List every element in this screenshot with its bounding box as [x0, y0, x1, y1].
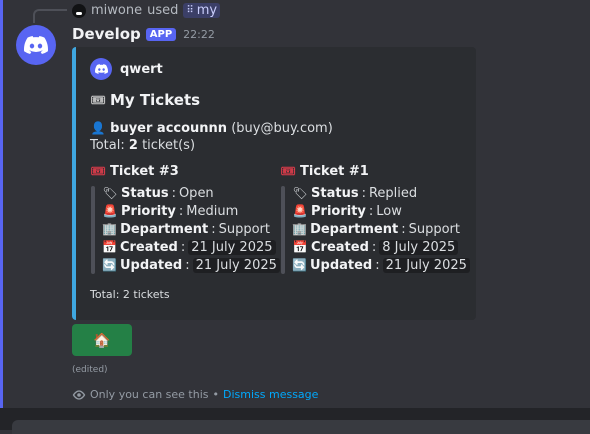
- ticket-icon: 🎟: [90, 93, 106, 107]
- total-prefix: Total:: [90, 138, 125, 153]
- created-value: 21 July 2025: [188, 239, 276, 255]
- total-line: Total: 2 ticket(s): [90, 138, 195, 153]
- ticket-details: 🏷 Status: Open 🚨 Priority: Medium 🏢 Depa…: [90, 184, 280, 274]
- priority-row: 🚨 Priority: Low: [292, 203, 402, 219]
- department-label: Department: [310, 221, 399, 237]
- created-value: 8 July 2025: [379, 239, 459, 255]
- status-value: Open: [178, 185, 214, 201]
- ticket-field-name: 🎟 Ticket #1: [280, 163, 460, 179]
- priority-value: Medium: [186, 203, 239, 219]
- tickets-embed: qwert 🎟 My Tickets 👤 buyer accounnn (buy…: [72, 47, 476, 320]
- priority-label: Priority: [311, 203, 366, 219]
- edited-indicator: (edited): [72, 365, 108, 375]
- ephemeral-text: Only you can see this: [90, 388, 209, 401]
- discord-logo-icon: [24, 36, 48, 54]
- created-row: 📅 Created: 21 July 2025: [102, 238, 276, 256]
- created-row: 📅 Created: 8 July 2025: [292, 238, 460, 256]
- created-label: Created: [119, 239, 178, 255]
- reply-connector: [33, 9, 67, 23]
- user-line: 👤 buyer accounnn (buy@buy.com): [90, 120, 333, 136]
- reply-used-text: used: [147, 3, 179, 18]
- message-input[interactable]: [12, 420, 590, 434]
- ticket-details: 🏷 Status: Replied 🚨 Priority: Low 🏢 Depa…: [280, 184, 470, 274]
- bot-avatar[interactable]: [16, 25, 56, 65]
- updated-row: 🔄 Updated: 21 July 2025: [292, 256, 470, 274]
- priority-row: 🚨 Priority: Medium: [102, 203, 239, 219]
- house-icon: 🏠: [93, 331, 111, 348]
- created-label: Created: [311, 239, 369, 255]
- user-email: (buy@buy.com): [231, 121, 333, 136]
- status-value: Replied: [368, 185, 418, 201]
- department-label: Department: [120, 221, 209, 237]
- command-reply-context[interactable]: miwone used ⠿ my: [72, 3, 221, 18]
- updated-label: Updated: [119, 257, 183, 273]
- updated-value: 21 July 2025: [382, 257, 470, 273]
- calendar-icon: 📅: [102, 240, 117, 254]
- office-building-icon: 🏢: [102, 222, 117, 236]
- priority-label: Priority: [121, 203, 176, 219]
- status-row: 🏷 Status: Open: [102, 185, 214, 201]
- user-name: buyer accounnn: [110, 121, 228, 136]
- embed-author-avatar: [90, 58, 112, 80]
- reply-username[interactable]: miwone: [91, 3, 142, 18]
- embed-author: qwert: [90, 58, 163, 80]
- label-tag-icon: 🏷: [102, 186, 118, 200]
- updated-label: Updated: [309, 257, 373, 273]
- calendar-icon: 📅: [292, 240, 308, 254]
- embed-title: 🎟 My Tickets: [90, 91, 200, 109]
- status-label: Status: [121, 185, 169, 201]
- ephemeral-separator: •: [212, 388, 220, 401]
- ticket-icon: 🎟: [280, 164, 296, 178]
- department-value: Support: [218, 221, 270, 237]
- total-count: 2: [128, 138, 138, 153]
- department-row: 🏢 Department: Support: [102, 221, 270, 237]
- eye-icon: [72, 389, 86, 400]
- embed-title-text: My Tickets: [110, 91, 201, 109]
- reply-user-avatar[interactable]: [72, 3, 86, 18]
- timestamp[interactable]: 22:22: [183, 28, 215, 41]
- priority-value: Low: [376, 203, 402, 219]
- ticket-name: Ticket #1: [300, 163, 369, 179]
- slash-command-name: my: [196, 3, 218, 18]
- department-value: Support: [408, 221, 460, 237]
- ticket-field: 🎟 Ticket #3 🏷 Status: Open 🚨 Priority: M…: [90, 163, 280, 274]
- refresh-icon: 🔄: [292, 258, 307, 272]
- siren-icon: 🚨: [292, 204, 308, 218]
- ticket-field-name: 🎟 Ticket #3: [90, 163, 270, 179]
- department-row: 🏢 Department: Support: [292, 221, 460, 237]
- updated-row: 🔄 Updated: 21 July 2025: [102, 256, 280, 274]
- total-suffix: ticket(s): [142, 138, 196, 153]
- highlight-bar: [0, 0, 3, 408]
- dismiss-message-link[interactable]: Dismiss message: [223, 388, 318, 401]
- user-silhouette-icon: 👤: [90, 121, 106, 135]
- office-building-icon: 🏢: [292, 222, 307, 236]
- ticket-icon: 🎟: [90, 164, 106, 178]
- ticket-name: Ticket #3: [110, 163, 179, 179]
- slash-command[interactable]: ⠿ my: [183, 3, 221, 18]
- label-tag-icon: 🏷: [292, 186, 308, 200]
- author-name[interactable]: Develop: [72, 25, 141, 43]
- app-badge: APP: [145, 27, 177, 41]
- updated-value: 21 July 2025: [192, 257, 280, 273]
- refresh-icon: 🔄: [102, 258, 117, 272]
- embed-author-name: qwert: [120, 61, 163, 77]
- discord-logo-icon: [94, 64, 108, 74]
- app-grid-icon: ⠿: [186, 5, 194, 16]
- embed-footer: Total: 2 tickets: [90, 288, 170, 301]
- siren-icon: 🚨: [102, 204, 118, 218]
- status-row: 🏷 Status: Replied: [292, 185, 418, 201]
- ticket-field: 🎟 Ticket #1 🏷 Status: Replied 🚨 Priority…: [280, 163, 470, 274]
- status-label: Status: [311, 185, 359, 201]
- home-button[interactable]: 🏠: [72, 324, 132, 356]
- ephemeral-notice: Only you can see this • Dismiss message: [72, 388, 318, 401]
- message-header: Develop APP 22:22: [72, 25, 215, 43]
